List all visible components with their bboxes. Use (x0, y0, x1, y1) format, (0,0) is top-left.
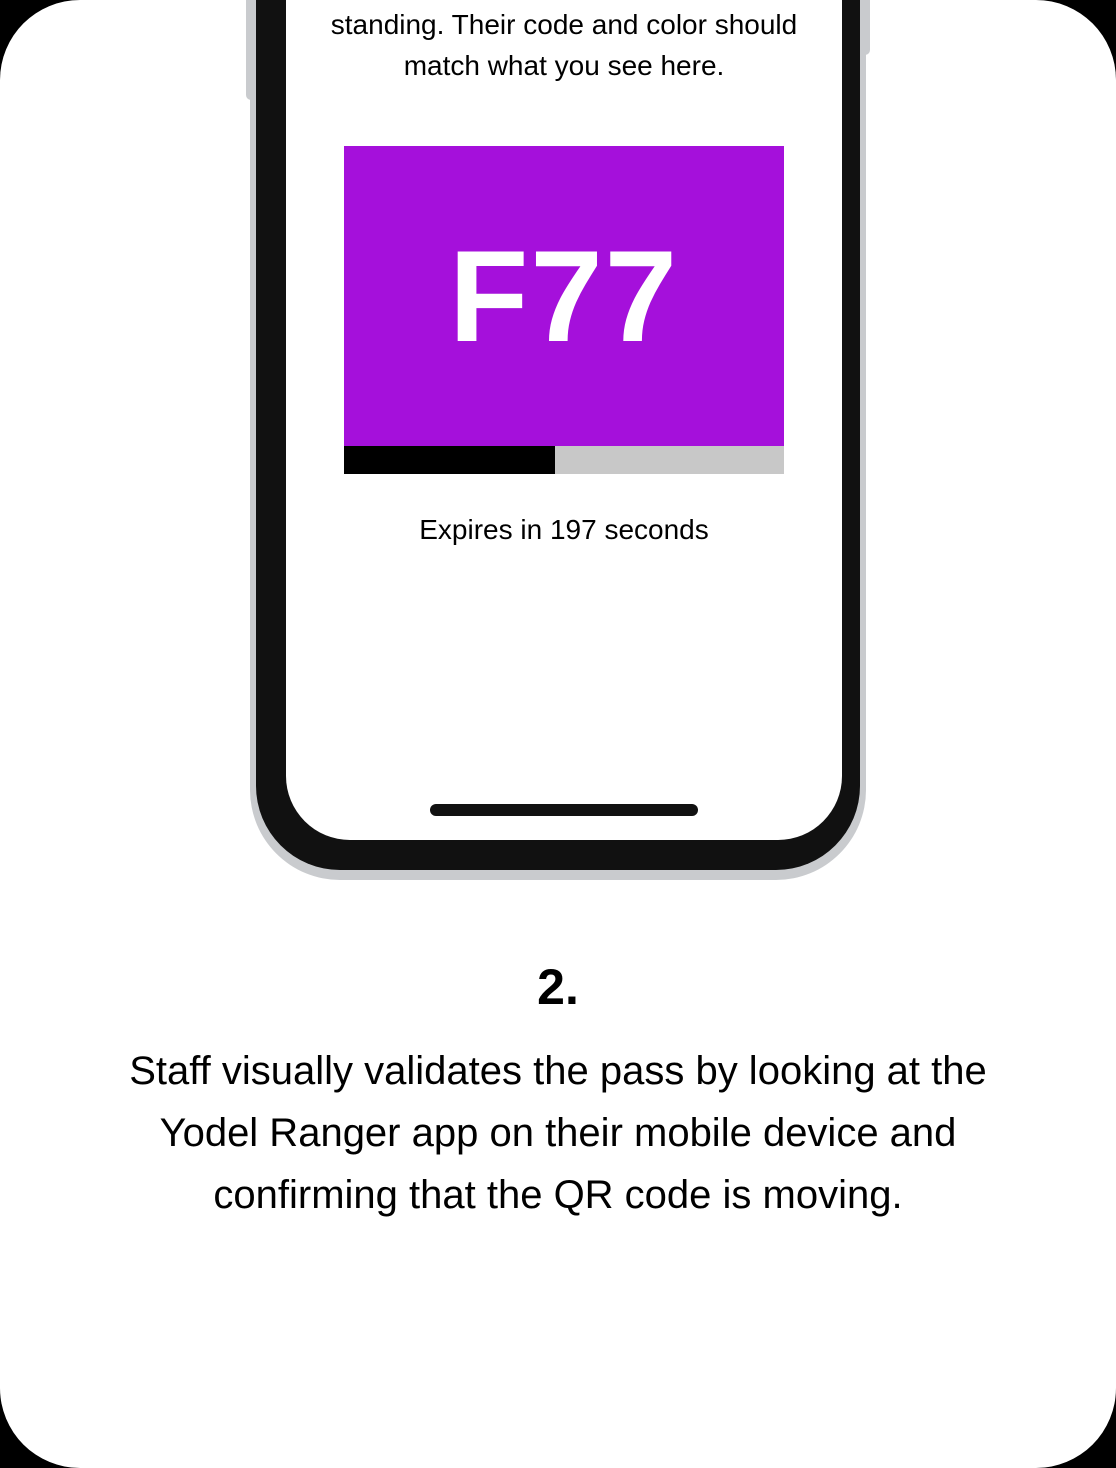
phone-screen: Use the visual validator to verify passe… (286, 0, 842, 840)
phone-body: Use the visual validator to verify passe… (256, 0, 860, 870)
home-indicator-icon (430, 804, 698, 816)
onboarding-card: Use the visual validator to verify passe… (0, 0, 1116, 1468)
validator-code-text: F77 (449, 221, 679, 371)
step-description: Staff visually validates the pass by loo… (0, 1040, 1116, 1226)
expiry-progress-track (344, 446, 784, 474)
phone-side-button-left (246, 0, 256, 100)
phone-mock-frame: Use the visual validator to verify passe… (250, 0, 866, 820)
step-number: 2. (537, 958, 579, 1016)
expires-countdown-text: Expires in 197 seconds (419, 514, 709, 546)
phone-side-button-right (860, 0, 870, 55)
validator-code-block: F77 (344, 146, 784, 446)
expiry-progress-fill (344, 446, 555, 474)
validator-instruction-text: Use the visual validator to verify passe… (286, 0, 842, 86)
